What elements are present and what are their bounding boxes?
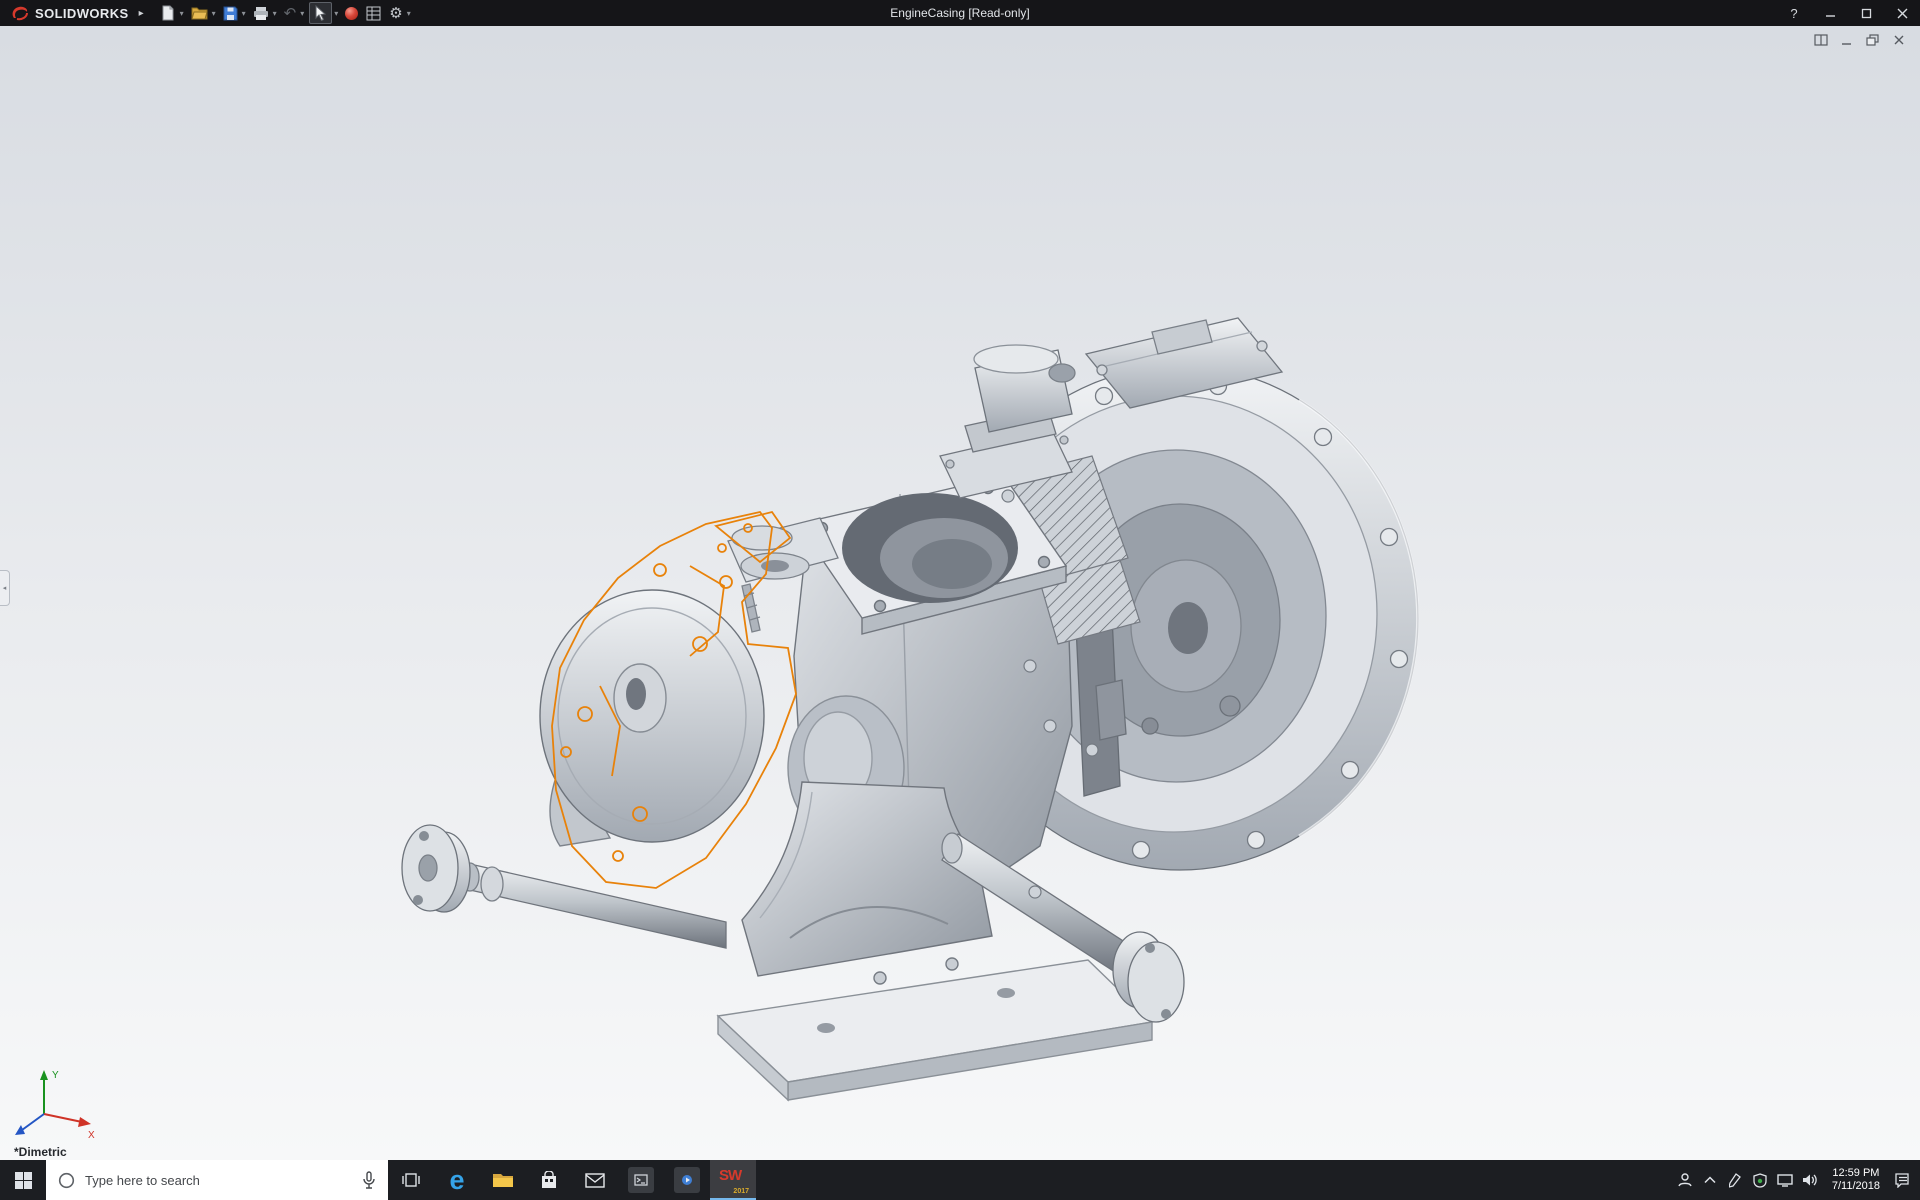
search-box[interactable]: Type here to search xyxy=(46,1160,388,1200)
windows-taskbar: Type here to search e xyxy=(0,1160,1920,1200)
pen-icon[interactable] xyxy=(1723,1160,1748,1200)
cortana-icon xyxy=(58,1172,75,1189)
solidworks-app-icon: SW 2017 xyxy=(719,1167,747,1193)
volume-icon[interactable] xyxy=(1798,1160,1823,1200)
view-orientation-label: *Dimetric xyxy=(14,1145,67,1159)
edit-appearances-icon[interactable] xyxy=(341,2,362,24)
3d-model-canvas[interactable]: Y X xyxy=(0,26,1920,1160)
options-dropdown-icon[interactable]: ▾ xyxy=(407,9,414,18)
undo-icon[interactable]: ↶ xyxy=(280,2,301,24)
minimize-button[interactable] xyxy=(1812,0,1848,26)
start-button[interactable] xyxy=(0,1160,46,1200)
menu-expand-arrow-icon[interactable]: ▸ xyxy=(139,8,144,19)
clock-time: 12:59 PM xyxy=(1832,1167,1880,1180)
app-titlebar: SOLIDWORKS ▸ ▾ ▾ ▾ ▾ ↶ ▾ ▾ ⚙ ▾ EngineCas… xyxy=(0,0,1920,26)
doc-restore-icon[interactable] xyxy=(1865,33,1880,46)
triad-x-label: X xyxy=(88,1130,95,1141)
edge-button[interactable]: e xyxy=(434,1160,480,1200)
doc-close-icon[interactable] xyxy=(1891,33,1906,46)
close-button[interactable] xyxy=(1884,0,1920,26)
solidworks-app-button[interactable]: SW 2017 xyxy=(710,1160,756,1200)
app-name-label: SOLIDWORKS xyxy=(35,6,129,21)
search-placeholder: Type here to search xyxy=(85,1173,200,1188)
graphics-viewport[interactable]: ◂ xyxy=(0,26,1920,1160)
open-dropdown-icon[interactable]: ▾ xyxy=(212,9,219,18)
microphone-icon[interactable] xyxy=(362,1171,376,1189)
print-dropdown-icon[interactable]: ▾ xyxy=(273,9,280,18)
clock-date: 7/11/2018 xyxy=(1832,1180,1880,1193)
print-icon[interactable] xyxy=(249,2,273,24)
file-explorer-icon xyxy=(492,1171,514,1189)
doc-minimize-icon[interactable] xyxy=(1839,33,1854,46)
window-app-button[interactable] xyxy=(618,1160,664,1200)
system-tray: 12:59 PM 7/11/2018 xyxy=(1673,1160,1920,1200)
window-controls: ? xyxy=(1776,0,1920,26)
task-view-button[interactable] xyxy=(388,1160,434,1200)
solidworks-logo: SOLIDWORKS xyxy=(0,5,135,21)
store-icon xyxy=(540,1171,558,1190)
save-icon[interactable] xyxy=(219,2,242,24)
file-properties-icon[interactable] xyxy=(362,2,385,24)
mail-icon xyxy=(585,1173,605,1188)
tile-window-icon[interactable] xyxy=(1813,33,1828,46)
new-document-icon[interactable] xyxy=(156,2,180,24)
edge-icon: e xyxy=(449,1167,464,1194)
action-center-icon[interactable] xyxy=(1889,1160,1914,1200)
task-view-icon xyxy=(401,1171,421,1189)
defender-shield-icon[interactable] xyxy=(1748,1160,1773,1200)
standard-toolbar: ▾ ▾ ▾ ▾ ↶ ▾ ▾ ⚙ ▾ xyxy=(156,2,414,24)
save-dropdown-icon[interactable]: ▾ xyxy=(242,9,249,18)
undo-dropdown-icon[interactable]: ▾ xyxy=(300,9,307,18)
select-dropdown-icon[interactable]: ▾ xyxy=(334,9,341,18)
hidden-icons-chevron-icon[interactable] xyxy=(1698,1160,1723,1200)
feature-panel-expand-tab[interactable]: ◂ xyxy=(0,570,10,606)
media-app-icon xyxy=(674,1167,700,1193)
maximize-button[interactable] xyxy=(1848,0,1884,26)
window-app-icon xyxy=(628,1167,654,1193)
pinned-apps: e xyxy=(388,1160,756,1200)
select-cursor-icon[interactable] xyxy=(309,2,332,24)
document-window-controls xyxy=(1813,33,1906,46)
help-button[interactable]: ? xyxy=(1776,0,1812,26)
media-app-button[interactable] xyxy=(664,1160,710,1200)
windows-logo-icon xyxy=(15,1172,32,1189)
store-button[interactable] xyxy=(526,1160,572,1200)
people-icon[interactable] xyxy=(1673,1160,1698,1200)
dassault-logo-icon xyxy=(10,5,30,21)
new-document-dropdown-icon[interactable]: ▾ xyxy=(180,9,187,18)
network-icon[interactable] xyxy=(1773,1160,1798,1200)
options-gear-icon[interactable]: ⚙ xyxy=(385,2,406,24)
taskbar-clock[interactable]: 12:59 PM 7/11/2018 xyxy=(1823,1167,1889,1193)
file-explorer-button[interactable] xyxy=(480,1160,526,1200)
triad-y-label: Y xyxy=(52,1070,59,1081)
mail-button[interactable] xyxy=(572,1160,618,1200)
open-icon[interactable] xyxy=(187,2,212,24)
